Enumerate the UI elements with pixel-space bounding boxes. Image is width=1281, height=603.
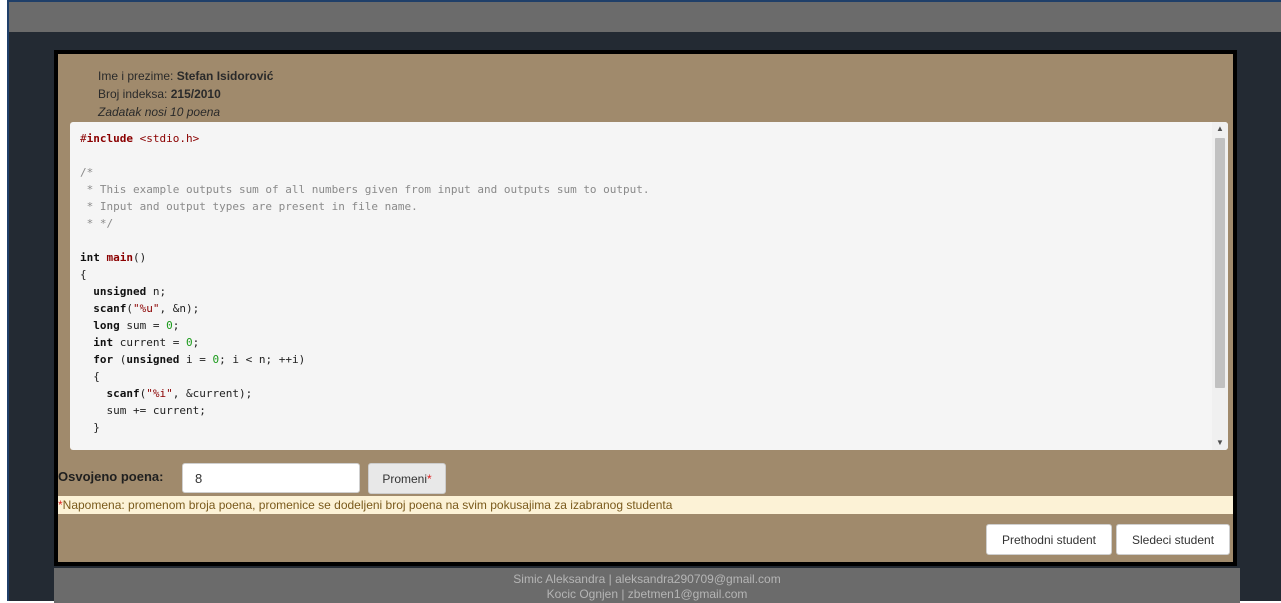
previous-student-button[interactable]: Prethodni student (986, 524, 1112, 555)
student-info: Ime i prezime: Stefan Isidorović Broj in… (98, 67, 273, 121)
source-code: #include <stdio.h> /* * This example out… (80, 130, 1208, 436)
footer: Simic Aleksandra | aleksandra290709@gmai… (54, 568, 1240, 603)
code-scrollbar[interactable]: ▲ ▼ (1212, 122, 1228, 450)
code-line: * */ (80, 217, 114, 230)
code-line: scanf("%i", &current); (106, 387, 253, 400)
code-line: long sum = 0; (93, 319, 180, 332)
code-line: * This example outputs sum of all number… (80, 183, 650, 196)
points-input[interactable] (182, 463, 360, 493)
scroll-thumb[interactable] (1215, 138, 1225, 388)
task-points-note: Zadatak nosi 10 poena (98, 105, 221, 119)
scroll-down-arrow-icon[interactable]: ▼ (1212, 436, 1228, 450)
code-line: int current = 0; (93, 336, 200, 349)
required-star: * (427, 471, 432, 486)
note-text: Napomena: promenom broja poena, promenic… (62, 498, 673, 512)
code-line: unsigned n; (93, 285, 167, 298)
code-line: scanf("%u", &n); (93, 302, 200, 315)
scroll-up-arrow-icon[interactable]: ▲ (1212, 122, 1228, 136)
code-line: /* (80, 166, 94, 179)
warning-note: *Napomena: promenom broja poena, promeni… (58, 496, 1233, 514)
footer-author-2: Kocic Ognjen | zbetmen1@gmail.com (546, 587, 748, 601)
points-label: Osvojeno poena: (58, 469, 164, 484)
student-panel: Ime i prezime: Stefan Isidorović Broj in… (58, 54, 1233, 562)
code-line: * Input and output types are present in … (80, 200, 418, 213)
code-line: } (80, 421, 100, 434)
change-points-button[interactable]: Promeni* (368, 463, 446, 494)
student-name: Stefan Isidorović (176, 69, 274, 83)
next-student-button[interactable]: Sledeci student (1116, 524, 1230, 555)
student-name-row: Ime i prezime: Stefan Isidorović (98, 67, 273, 85)
code-line: sum += current; (80, 404, 206, 417)
student-name-label: Ime i prezime: (98, 69, 174, 83)
code-line: #include <stdio.h> (80, 132, 200, 145)
code-line: int main() (80, 251, 147, 264)
change-points-button-label: Promeni (382, 471, 427, 486)
student-panel-border: Ime i prezime: Stefan Isidorović Broj in… (54, 50, 1237, 566)
code-viewer[interactable]: #include <stdio.h> /* * This example out… (70, 122, 1228, 450)
top-bar (9, 2, 1281, 32)
footer-author-1: Simic Aleksandra | aleksandra290709@gmai… (513, 572, 781, 586)
student-index: 215/2010 (170, 87, 221, 101)
code-line: { (80, 268, 87, 281)
app-frame: Ime i prezime: Stefan Isidorović Broj in… (7, 0, 1281, 603)
code-line: for (unsigned i = 0; i < n; ++i) (93, 353, 306, 366)
student-index-label: Broj indeksa: (98, 87, 168, 101)
code-line: { (80, 370, 100, 383)
student-index-row: Broj indeksa: 215/2010 (98, 85, 273, 103)
